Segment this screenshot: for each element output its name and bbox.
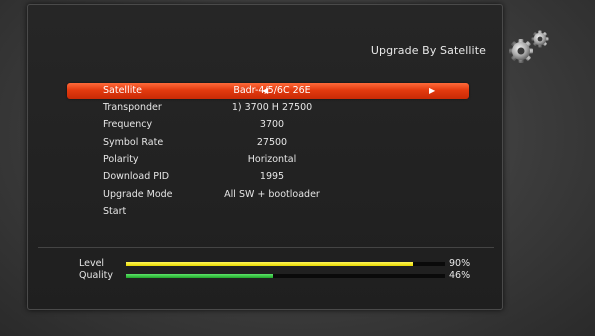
menu-item-value: 27500 [256,137,288,148]
level-bar [126,262,445,266]
menu-item-label: Transponder [103,102,162,113]
menu-item-label: Download PID [103,171,170,182]
settings-gears-icon [509,30,549,63]
menu-item-value: 1) 3700 H 27500 [231,102,313,113]
menu-item-value: 1995 [259,171,285,182]
quality-bar-fill [126,274,273,278]
level-bar-fill [126,262,414,266]
menu-item-label: Frequency [103,119,153,130]
level-percent: 90% [449,258,471,269]
menu-item-upgrade-mode[interactable]: Upgrade Mode All SW + bootloader [67,187,469,203]
menu-item-label: Upgrade Mode [103,189,173,200]
divider [38,247,494,248]
menu-item-transponder[interactable]: Transponder 1) 3700 H 27500 [67,100,469,116]
menu-item-symbol-rate[interactable]: Symbol Rate 27500 [67,135,469,151]
quality-bar [126,274,445,278]
quality-label: Quality [79,270,113,281]
page-title: Upgrade By Satellite [370,44,486,57]
quality-percent: 46% [449,270,471,281]
menu-item-label: Satellite [103,85,142,96]
upgrade-panel: Upgrade By Satellite Satellite ◀ Badr-4/… [27,4,503,310]
menu-item-satellite[interactable]: Satellite ◀ Badr-4/5/6C 26E ▶ [67,83,469,99]
menu-item-download-pid[interactable]: Download PID 1995 [67,169,469,185]
menu-item-value: Horizontal [247,154,297,165]
arrow-right-icon[interactable]: ▶ [429,83,435,99]
menu-item-label: Polarity [103,154,139,165]
menu-item-value: All SW + bootloader [224,189,320,200]
menu-item-label: Symbol Rate [103,137,164,148]
menu-item-label: Start [103,206,127,217]
level-label: Level [79,258,105,269]
menu-item-polarity[interactable]: Polarity Horizontal [67,152,469,168]
menu-item-value: Badr-4/5/6C 26E [233,85,311,96]
menu-item-start[interactable]: Start [67,204,469,220]
menu-item-frequency[interactable]: Frequency 3700 [67,117,469,133]
menu-item-value: 3700 [259,119,285,130]
